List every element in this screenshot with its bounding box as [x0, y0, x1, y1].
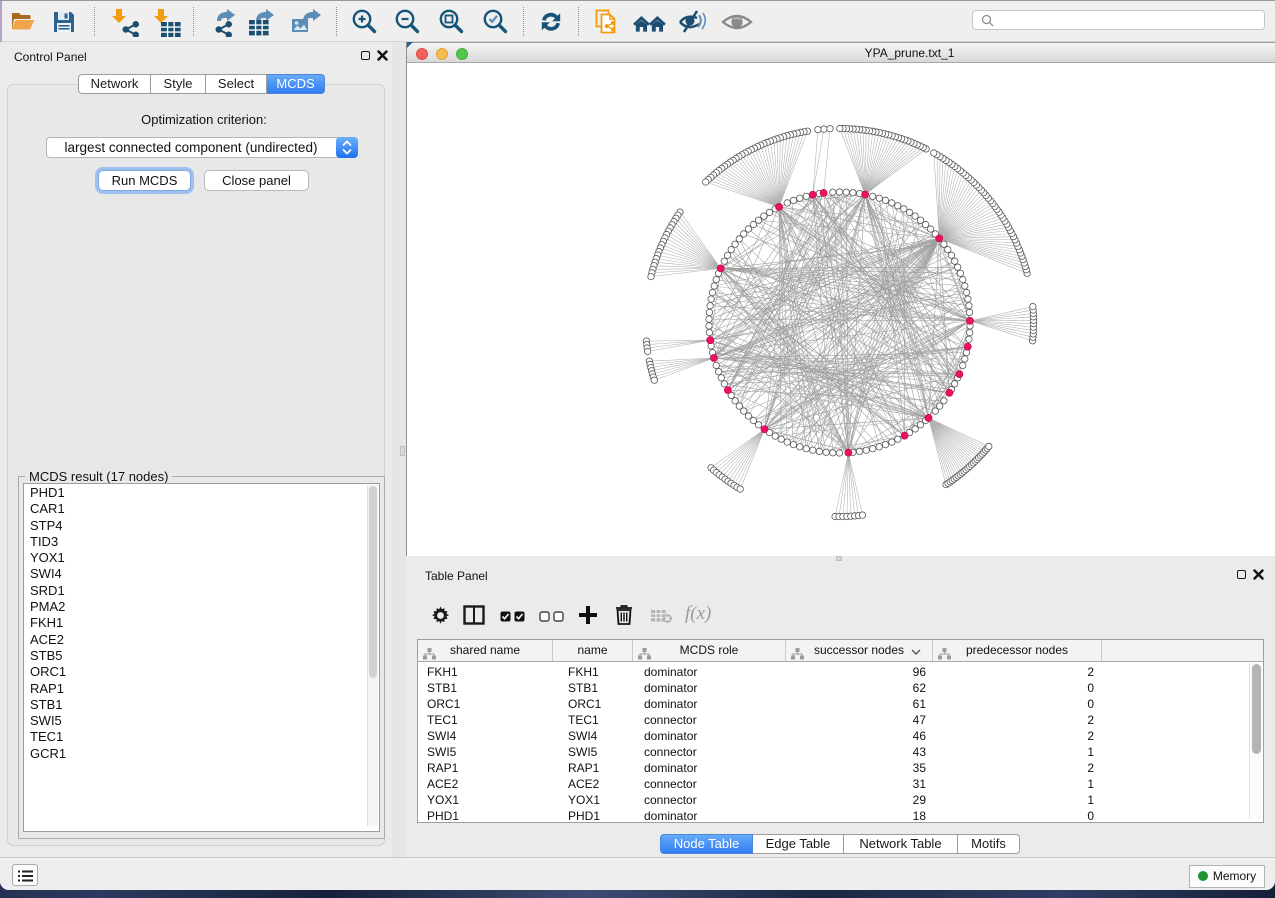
- svg-text:f(x): f(x): [685, 603, 711, 624]
